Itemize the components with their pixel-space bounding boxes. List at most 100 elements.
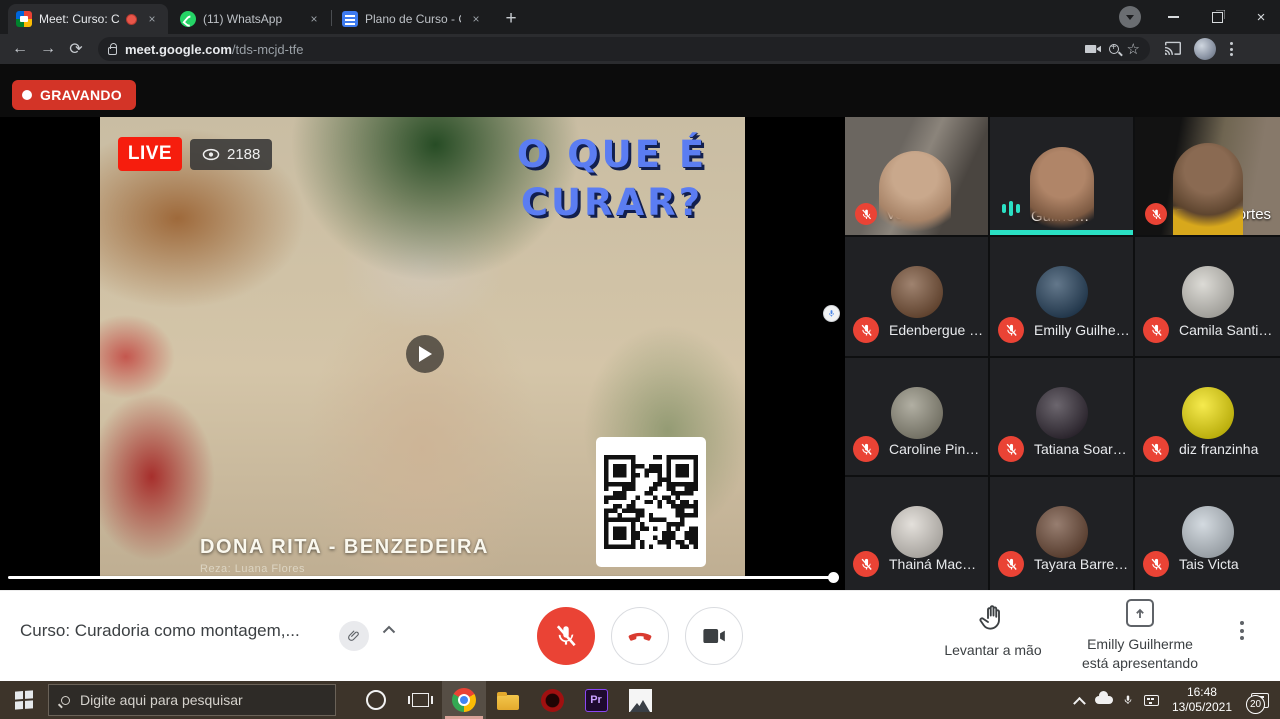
taskbar-search-input[interactable]: Digite aqui para pesquisar xyxy=(48,684,336,716)
video-seek-bar[interactable] xyxy=(8,576,834,579)
participant-avatar xyxy=(1036,266,1088,318)
minimize-button[interactable] xyxy=(1158,6,1188,28)
tray-microphone-icon[interactable] xyxy=(1116,681,1140,719)
viewer-count: 2188 xyxy=(227,146,260,163)
chevron-up-icon[interactable] xyxy=(379,619,399,639)
audio-tile[interactable]: Tais Victa xyxy=(1135,477,1280,590)
input-language-icon[interactable] xyxy=(1140,681,1164,719)
action-center-button[interactable]: 20 xyxy=(1240,681,1280,719)
zoom-page-icon[interactable] xyxy=(1109,44,1119,54)
mic-off-icon xyxy=(1143,551,1169,577)
video-seek-handle[interactable] xyxy=(828,572,839,583)
video-tile-voce[interactable]: Você xyxy=(845,117,988,235)
mic-off-icon xyxy=(998,551,1024,577)
audio-tile[interactable]: Caroline Pin… xyxy=(845,358,988,475)
url-omnibox[interactable]: meet.google.com/tds-mcjd-tfe ☆ xyxy=(98,37,1150,61)
tab-close-icon[interactable]: × xyxy=(468,11,484,27)
participant-name: Emilly Guilhe… xyxy=(1034,322,1130,338)
photos-button[interactable] xyxy=(618,681,662,719)
premiere-button[interactable]: Pr xyxy=(574,681,618,719)
presentation-area[interactable]: LIVE 2188 O QUE É CURAR? DONA RITA - BEN… xyxy=(0,117,845,590)
more-options-icon[interactable] xyxy=(1240,621,1244,640)
audio-tile[interactable]: Thainá Mac… xyxy=(845,477,988,590)
red-media-app-icon xyxy=(541,689,564,712)
attachment-icon xyxy=(339,621,369,651)
recording-badge: GRAVANDO xyxy=(12,80,136,110)
back-icon[interactable]: ← xyxy=(6,36,34,62)
mic-off-icon xyxy=(998,436,1024,462)
system-tray: 16:48 13/05/2021 20 xyxy=(1068,681,1280,719)
presentation-status[interactable]: Emilly Guilherme está apresentando xyxy=(1075,599,1205,673)
file-explorer-button[interactable] xyxy=(486,681,530,719)
cast-icon[interactable] xyxy=(1164,41,1182,57)
participant-avatar xyxy=(1036,387,1088,439)
participant-avatar xyxy=(1182,266,1234,318)
close-window-button[interactable]: × xyxy=(1246,6,1276,28)
raise-hand-button[interactable]: Levantar a mão xyxy=(938,603,1048,658)
task-view-icon xyxy=(412,693,429,707)
audio-tile[interactable]: Tayara Barre… xyxy=(990,477,1133,590)
participants-sidebar: Você Emilly Guilhe… Renata Fortes Edenbe… xyxy=(845,117,1280,590)
participant-avatar xyxy=(891,266,943,318)
presentation-audio-indicator-icon xyxy=(823,305,840,322)
start-button[interactable] xyxy=(0,681,48,719)
search-placeholder: Digite aqui para pesquisar xyxy=(80,692,243,708)
search-icon xyxy=(61,696,70,705)
play-button-overlay-icon[interactable] xyxy=(406,335,444,373)
participant-name: Renata Fortes xyxy=(1176,206,1271,223)
present-screen-icon xyxy=(1126,599,1154,627)
cortana-button[interactable] xyxy=(354,681,398,719)
onedrive-cloud-icon[interactable] xyxy=(1092,681,1116,719)
tab-whatsapp[interactable]: (11) WhatsApp × xyxy=(172,4,330,34)
audio-tile[interactable]: Camila Santi… xyxy=(1135,237,1280,356)
audio-tile[interactable]: Emilly Guilhe… xyxy=(990,237,1133,356)
camera-permission-icon[interactable] xyxy=(1085,43,1101,55)
microphone-toggle-button[interactable] xyxy=(537,607,595,665)
audio-tile[interactable]: diz franzinha xyxy=(1135,358,1280,475)
taskbar-clock[interactable]: 16:48 13/05/2021 xyxy=(1164,685,1240,715)
speaking-highlight-bar xyxy=(990,230,1133,235)
meeting-name[interactable]: Curso: Curadoria como montagem,... xyxy=(20,621,300,641)
participant-name: Tayara Barre… xyxy=(1034,556,1128,572)
media-app-button[interactable] xyxy=(530,681,574,719)
task-view-button[interactable] xyxy=(398,681,442,719)
tab-close-icon[interactable]: × xyxy=(144,11,160,27)
reload-icon[interactable]: ⟳ xyxy=(62,36,90,62)
video-tile-emilly[interactable]: Emilly Guilhe… xyxy=(990,117,1133,235)
tab-meet[interactable]: Meet: Curso: Curadoria como × xyxy=(8,4,168,34)
raise-hand-label: Levantar a mão xyxy=(938,642,1048,658)
taskbar-chrome-button[interactable] xyxy=(442,681,486,719)
participant-avatar xyxy=(891,387,943,439)
participant-name: Caroline Pin… xyxy=(889,441,979,457)
meet-header: GRAVANDO Emilly Guilherme está apresenta… xyxy=(0,64,1280,117)
end-call-button[interactable] xyxy=(611,607,669,665)
cortana-icon xyxy=(366,690,386,710)
forward-icon[interactable]: → xyxy=(34,36,62,62)
mic-off-icon xyxy=(855,203,877,225)
browser-profile-menu-icon[interactable] xyxy=(1119,6,1141,28)
new-tab-button[interactable]: + xyxy=(498,6,524,32)
tab-title: (11) WhatsApp xyxy=(203,12,299,26)
tab-recording-indicator-icon xyxy=(126,14,137,25)
browser-menu-icon[interactable] xyxy=(1230,42,1233,56)
taskbar-time: 16:48 xyxy=(1172,685,1232,700)
audio-tile[interactable]: Edenbergue … xyxy=(845,237,988,356)
windows-taskbar: Digite aqui para pesquisar Pr 16:48 13/0… xyxy=(0,681,1280,719)
meet-control-bar: Curso: Curadoria como montagem,... Levan… xyxy=(0,590,1280,681)
bookmark-star-icon[interactable]: ☆ xyxy=(1127,40,1140,58)
profile-avatar[interactable] xyxy=(1194,38,1216,60)
video-tile-renata[interactable]: Renata Fortes xyxy=(1135,117,1280,235)
tray-expand-chevron-icon[interactable] xyxy=(1068,681,1092,719)
raise-hand-icon xyxy=(978,603,1008,633)
camera-toggle-button[interactable] xyxy=(685,607,743,665)
restore-button[interactable] xyxy=(1202,6,1232,28)
meet-favicon xyxy=(16,11,32,27)
live-badge: LIVE xyxy=(118,137,182,171)
tab-docs[interactable]: Plano de Curso - Curadoria como × xyxy=(334,4,492,34)
mic-off-icon xyxy=(1143,317,1169,343)
audio-tile[interactable]: Tatiana Soar… xyxy=(990,358,1133,475)
mic-off-icon xyxy=(1145,203,1167,225)
tab-close-icon[interactable]: × xyxy=(306,11,322,27)
meeting-details-button[interactable] xyxy=(339,621,369,651)
page-url[interactable]: meet.google.com/tds-mcjd-tfe xyxy=(125,42,1077,57)
